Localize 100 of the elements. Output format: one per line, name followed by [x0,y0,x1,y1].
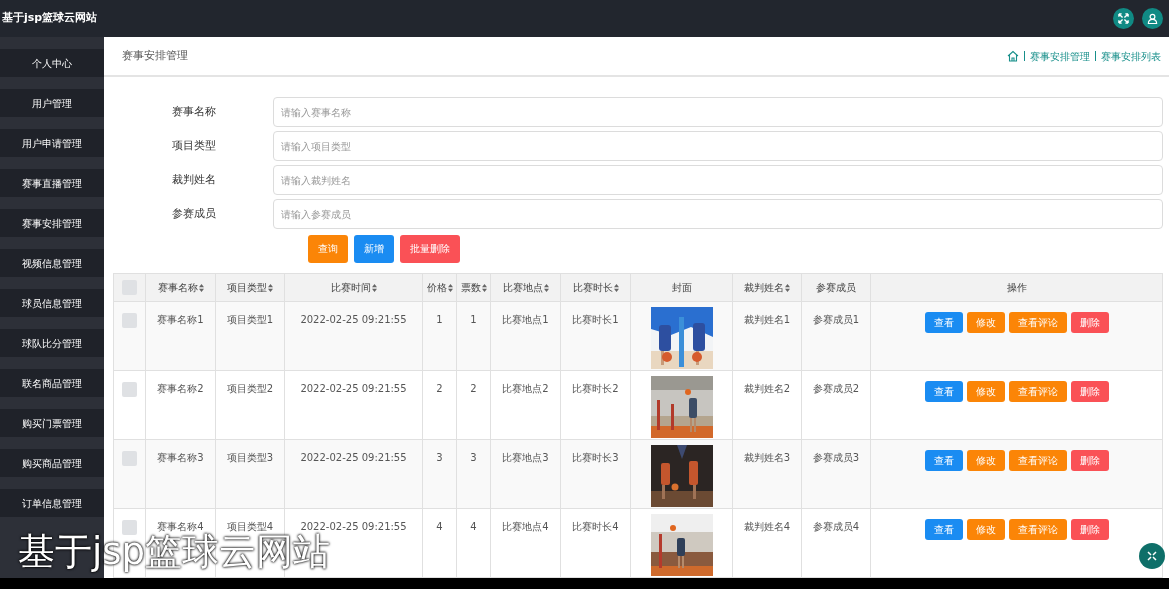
site-title: 基于jsp篮球云网站 [2,10,98,27]
table-cell: 比赛地点2 [502,383,549,394]
table-cell: 比赛时长1 [572,314,619,325]
row-action-button[interactable]: 修改 [966,312,1005,333]
breadcrumb-divider [1024,51,1025,61]
table-cell: 2022-02-25 09:21:55 [300,452,407,463]
row-checkbox[interactable] [122,312,137,328]
column-header[interactable]: 比赛时间 [330,282,371,293]
sort-icon[interactable] [613,284,619,292]
sidebar-item[interactable]: 个人中心 [0,49,104,77]
table-cell: 2022-02-25 09:21:55 [300,383,407,394]
table-cell: 1 [470,314,477,325]
table-cell: 4 [470,521,477,532]
table-cell: 赛事名称3 [157,452,204,463]
table-cell: 裁判姓名4 [743,521,791,532]
table-cell: 赛事名称4 [157,521,204,532]
sidebar-item[interactable]: 联名商品管理 [0,369,104,397]
row-action-button[interactable]: 查看评论 [1008,519,1067,540]
breadcrumb-divider [1095,51,1096,61]
table-cell: 项目类型3 [226,452,274,463]
sidebar-item[interactable]: 赛事直播管理 [0,169,104,197]
table-cell: 项目类型1 [226,314,274,325]
search-field[interactable]: 请输入赛事名称 [273,97,1163,127]
breadcrumb-link[interactable]: 赛事安排管理 [1030,48,1090,64]
fullscreen-button[interactable] [1113,8,1134,29]
row-checkbox[interactable] [122,381,137,397]
action-button[interactable]: 查询 [308,235,348,263]
field-label: 赛事名称 [172,104,217,120]
page-title: 赛事安排管理 [122,48,188,64]
row-action-button[interactable]: 查看 [924,519,963,540]
column-header: 参赛成员 [816,282,856,293]
row-action-button[interactable]: 修改 [966,381,1005,402]
table-cell: 2022-02-25 09:21:55 [300,314,407,325]
expand-icon [1118,13,1129,24]
table-cell: 比赛地点3 [502,452,549,463]
table-cell: 2022-02-25 09:21:55 [300,521,407,532]
sidebar-item[interactable]: 视频信息管理 [0,249,104,277]
action-button[interactable]: 新增 [354,235,394,263]
sidebar-item[interactable]: 球队比分管理 [0,329,104,357]
row-action-button[interactable]: 查看 [924,381,963,402]
table-cell: 1 [436,314,443,325]
sort-icon[interactable] [198,284,204,292]
table-cell: 裁判姓名2 [743,383,791,394]
expand-icon [1146,550,1158,562]
row-action-button[interactable]: 查看 [924,450,963,471]
table-cell: 参赛成员3 [812,452,860,463]
row-action-button[interactable]: 查看评论 [1008,312,1067,333]
search-field[interactable]: 请输入参赛成员 [273,199,1163,229]
table-cell: 赛事名称2 [157,383,204,394]
sidebar-item[interactable]: 用户管理 [0,89,104,117]
action-button[interactable]: 批量删除 [400,235,460,263]
search-field[interactable]: 请输入项目类型 [273,131,1163,161]
sidebar-item[interactable]: 购买商品管理 [0,449,104,477]
row-checkbox[interactable] [122,450,137,466]
table-cell: 项目类型2 [226,383,274,394]
row-action-button[interactable]: 删除 [1070,519,1109,540]
sort-icon[interactable] [447,284,453,292]
table-cell: 裁判姓名3 [743,452,791,463]
sidebar-item[interactable]: 球员信息管理 [0,289,104,317]
table-cell: 裁判姓名1 [743,314,791,325]
table-cell: 参赛成员4 [812,521,860,532]
table-cell: 3 [470,452,477,463]
sidebar-item[interactable]: 用户申请管理 [0,129,104,157]
sort-icon[interactable] [371,284,377,292]
user-button[interactable] [1142,8,1163,29]
table-cell: 2 [470,383,477,394]
table-cell: 2 [436,383,443,394]
sidebar-item[interactable]: 订单信息管理 [0,489,104,517]
row-action-button[interactable]: 修改 [966,450,1005,471]
sort-icon[interactable] [543,284,549,292]
row-action-button[interactable]: 修改 [966,519,1005,540]
table-cell: 参赛成员2 [812,383,860,394]
row-action-button[interactable]: 查看 [924,312,963,333]
floating-button[interactable] [1139,543,1165,569]
home-icon[interactable] [1007,50,1019,62]
table-cell: 参赛成员1 [812,314,860,325]
table-cell: 比赛地点1 [502,314,549,325]
field-label: 参赛成员 [172,206,217,222]
sort-icon[interactable] [481,284,487,292]
table-cell: 4 [436,521,443,532]
breadcrumb-link[interactable]: 赛事安排列表 [1101,48,1161,64]
sidebar-item[interactable]: 购买门票管理 [0,409,104,437]
table-cell: 比赛时长2 [572,383,619,394]
table-cell: 赛事名称1 [157,314,204,325]
table-cell: 比赛时长4 [572,521,619,532]
table-cell: 比赛时长3 [572,452,619,463]
sidebar-item[interactable]: 赛事安排管理 [0,209,104,237]
table-cell: 比赛地点4 [502,521,549,532]
row-action-button[interactable]: 删除 [1070,381,1109,402]
user-icon [1147,13,1158,24]
row-action-button[interactable]: 查看评论 [1008,381,1067,402]
search-field[interactable]: 请输入裁判姓名 [273,165,1163,195]
field-label: 项目类型 [172,138,217,154]
row-action-button[interactable]: 查看评论 [1008,450,1067,471]
sort-icon[interactable] [268,284,273,292]
sort-icon[interactable] [785,284,790,292]
column-header: 封面 [671,282,692,293]
row-action-button[interactable]: 删除 [1070,312,1109,333]
column-header: 操作 [1006,282,1027,293]
row-action-button[interactable]: 删除 [1070,450,1109,471]
